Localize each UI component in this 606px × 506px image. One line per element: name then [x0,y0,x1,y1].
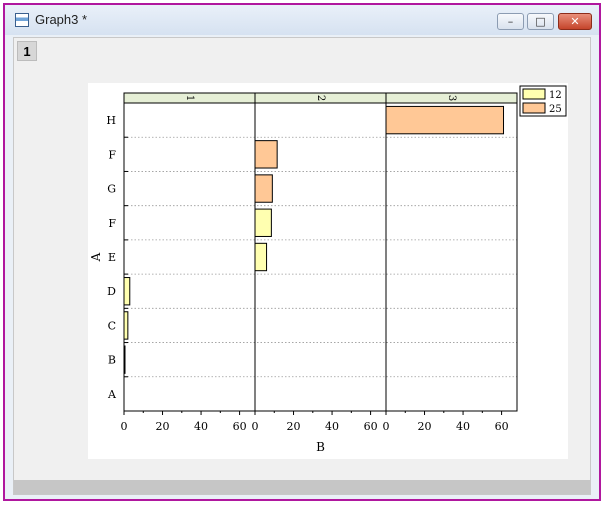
minimize-button[interactable]: – [497,13,524,30]
x-tick-label: 0 [121,420,128,433]
close-icon: ✕ [570,15,580,28]
legend-label: 12 [549,90,562,101]
y-tick-label: H [106,114,116,127]
legend-label: 25 [549,104,562,115]
y-tick-label: F [108,217,116,230]
bar [254,242,268,272]
x-tick-label: 20 [418,420,432,433]
minimize-icon: – [507,15,514,28]
panel-strip-label: 3 [446,95,457,101]
x-tick-label: 60 [233,420,247,433]
bar [123,311,129,340]
x-tick-label: 40 [325,420,339,433]
restore-icon: □ [535,15,546,28]
y-tick-label: E [108,251,116,264]
y-tick-label: C [108,319,116,332]
bar [254,174,273,203]
y-tick-label: A [107,388,117,401]
bar [385,105,505,135]
horizontal-scrollbar[interactable] [14,480,590,494]
x-tick-label: 20 [287,420,301,433]
close-button[interactable]: ✕ [558,13,592,30]
window-title: Graph3 * [35,12,88,27]
legend-swatch [522,88,546,100]
y-tick-label: G [107,183,116,196]
graph-page[interactable]: 1 2 3 A B C D E F G F H A 0 20 40 60 0 20 40 60 0 20 40 60 B 12 25 [88,83,568,459]
layer-tab[interactable]: 1 [17,41,37,61]
bar [254,140,278,169]
x-tick-label: 40 [456,420,470,433]
x-tick-label: 0 [383,420,390,433]
panel-strip-label: 2 [315,95,326,101]
panel-strip-label: 1 [184,95,195,101]
panel-frame [123,102,256,412]
y-tick-label: B [108,354,116,367]
x-axis-title: B [316,440,325,454]
y-tick-label: D [107,285,116,298]
y-axis-title: A [89,252,103,262]
x-tick-label: 60 [364,420,378,433]
legend-swatch [522,102,546,114]
graph-window-icon [15,13,29,27]
bar [123,277,131,306]
x-tick-label: 20 [156,420,170,433]
y-tick-label: F [108,148,116,161]
x-tick-label: 60 [495,420,509,433]
bar [254,208,272,237]
graph-window: Graph3 * – □ ✕ 1 1 2 3 A B C D E F G F H A 0 20 40 60 0 20… [3,3,601,501]
x-tick-label: 40 [194,420,208,433]
maximize-button[interactable]: □ [527,13,554,30]
title-bar[interactable]: Graph3 * – □ ✕ [5,5,599,35]
panel-frame [385,102,518,412]
graph-content-area: 1 1 2 3 A B C D E F G F H A 0 20 40 60 0 20 40 60 0 20 40 60 B 12 2… [13,37,591,495]
x-tick-label: 0 [252,420,259,433]
chart: 1 2 3ABCDEFGFHA0 20 40 60 0 20 40 60 0 20 40 60B1225 [89,85,567,454]
